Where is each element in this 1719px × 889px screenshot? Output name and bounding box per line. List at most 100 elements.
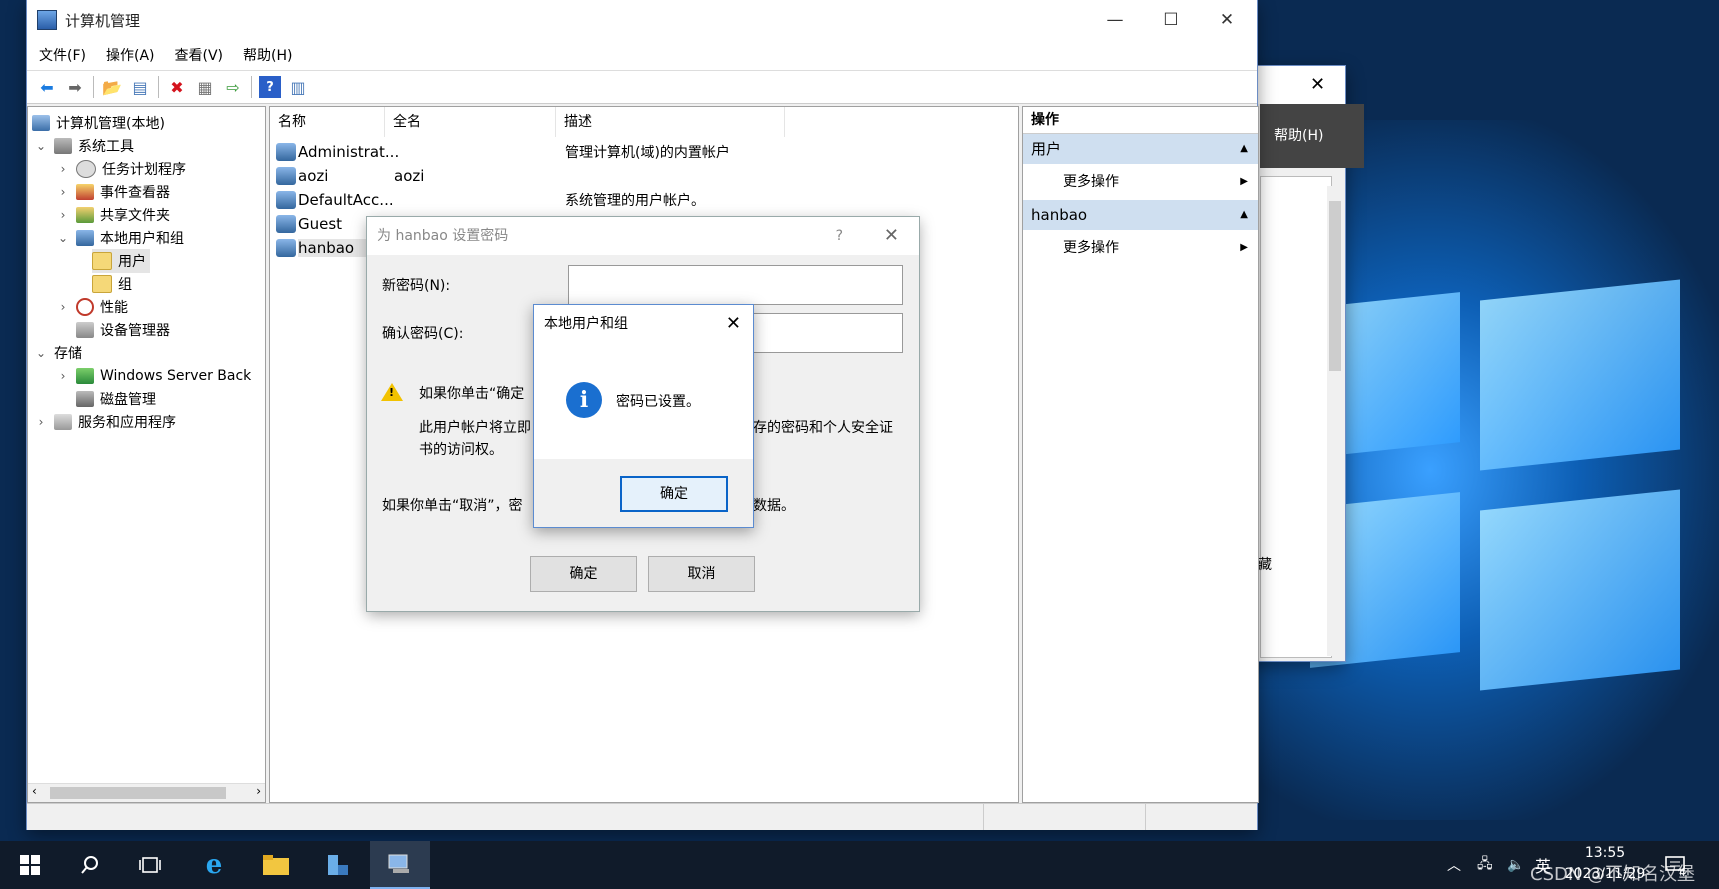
set-password-title: 为 hanbao 设置密码 [377, 228, 509, 244]
computer-management-taskbar-icon[interactable] [370, 841, 430, 889]
tree-item-storage[interactable]: ⌄ 存储 [34, 341, 82, 365]
collapse-up-icon[interactable]: ▲ [1240, 134, 1248, 164]
bg-scrollbar[interactable] [1327, 186, 1343, 656]
collapse-up-icon[interactable]: ▲ [1240, 200, 1248, 230]
actions-header: 操作 [1023, 107, 1258, 134]
back-icon[interactable]: ⬅ [36, 76, 58, 98]
tree-item-local-users-groups[interactable]: ⌄ 本地用户和组 [56, 226, 184, 250]
help-question-icon[interactable]: ? [836, 217, 843, 255]
expand-icon[interactable]: › [56, 162, 70, 176]
menu-help[interactable]: 帮助(H) [243, 45, 292, 65]
message-ok-button[interactable]: 确定 [620, 476, 728, 512]
show-hide-tree-icon[interactable]: ▤ [129, 76, 151, 98]
list-header: 名称 全名 描述 [270, 107, 1018, 137]
bg-partial-text: 藏 [1258, 557, 1272, 573]
tray-overflow-icon[interactable]: ︿ [1447, 841, 1461, 889]
search-icon[interactable] [60, 841, 120, 889]
disk-icon [76, 391, 94, 407]
expand-icon[interactable]: › [34, 415, 48, 429]
internet-explorer-icon[interactable]: e [184, 841, 244, 889]
more-actions-hanbao[interactable]: 更多操作 ▶ [1023, 230, 1258, 266]
set-password-title-bar[interactable]: 为 hanbao 设置密码 ? ✕ [367, 217, 919, 255]
cancel-info-line-a: 如果你单击“取消”，密 [382, 498, 523, 514]
actions-section-users[interactable]: 用户 ▲ [1023, 134, 1258, 164]
column-header-description[interactable]: 描述 [556, 107, 785, 137]
tree-horizontal-scrollbar[interactable]: ‹ › [28, 783, 265, 802]
list-item[interactable]: DefaultAcc... 系统管理的用户帐户。 [270, 187, 1018, 213]
more-actions-users[interactable]: 更多操作 ▶ [1023, 164, 1258, 200]
collapse-icon[interactable]: ⌄ [34, 346, 48, 360]
close-icon[interactable]: ✕ [1199, 0, 1255, 40]
clock-icon [76, 160, 96, 178]
user-icon [276, 143, 296, 161]
message-box-title-bar[interactable]: 本地用户和组 ✕ [534, 305, 753, 343]
tree-item-windows-server-backup[interactable]: › Windows Server Back [56, 364, 251, 388]
tree-item-task-scheduler[interactable]: › 任务计划程序 [56, 157, 186, 181]
expand-icon[interactable]: › [56, 300, 70, 314]
warning-text-line2a: 此用户帐户将立即 [419, 420, 531, 436]
column-header-fullname[interactable]: 全名 [385, 107, 556, 137]
network-icon[interactable]: 🖧 [1477, 841, 1493, 889]
menu-file[interactable]: 文件(F) [39, 45, 86, 65]
taskbar: e ︿ 🖧 🔈 英 13:55 2023/11/29 4 [0, 841, 1719, 889]
collapse-icon[interactable]: ⌄ [34, 139, 48, 153]
show-action-pane-icon[interactable]: ▥ [287, 76, 309, 98]
tree-item-shared-folders[interactable]: › 共享文件夹 [56, 203, 170, 227]
submenu-arrow-icon: ▶ [1240, 242, 1248, 253]
close-icon[interactable]: ✕ [726, 305, 741, 343]
export-list-icon[interactable]: ⇨ [222, 76, 244, 98]
tree-item-disk-management[interactable]: 磁盘管理 [76, 387, 156, 411]
tree-item-system-tools[interactable]: ⌄ 系统工具 [34, 134, 134, 158]
tree-item-root[interactable]: 计算机管理(本地) [32, 111, 165, 135]
scroll-left-icon[interactable]: ‹ [32, 784, 37, 798]
tree-item-users[interactable]: 用户 [92, 249, 150, 273]
menu-action[interactable]: 操作(A) [106, 45, 155, 65]
task-view-icon[interactable] [120, 841, 180, 889]
warning-text-line3: 书的访问权。 [419, 442, 503, 458]
actions-section-hanbao[interactable]: hanbao ▲ [1023, 200, 1258, 230]
close-icon[interactable]: ✕ [884, 217, 899, 255]
server-manager-icon[interactable] [308, 841, 368, 889]
cancel-button[interactable]: 取消 [648, 556, 755, 592]
tree-item-performance[interactable]: › 性能 [56, 295, 128, 319]
expand-icon[interactable]: › [56, 369, 70, 383]
tree-item-device-manager[interactable]: 设备管理器 [76, 318, 170, 342]
expand-icon[interactable]: › [56, 185, 70, 199]
shared-folder-icon [76, 207, 94, 223]
forward-icon[interactable]: ➡ [64, 76, 86, 98]
bg-close-icon[interactable]: ✕ [1310, 74, 1325, 95]
ok-button[interactable]: 确定 [530, 556, 637, 592]
file-explorer-icon[interactable] [246, 841, 306, 889]
expand-icon[interactable]: › [56, 208, 70, 222]
help-icon[interactable]: ? [259, 76, 281, 98]
tree-item-groups[interactable]: 组 [92, 272, 132, 296]
list-item[interactable]: aozi aozi [270, 163, 1018, 189]
start-windows-icon[interactable] [0, 841, 60, 889]
delete-icon[interactable]: ✖ [166, 76, 188, 98]
new-password-field[interactable] [568, 265, 903, 305]
properties-icon[interactable]: ▦ [194, 76, 216, 98]
window-title: 计算机管理 [65, 11, 141, 30]
confirm-password-label: 确认密码(C): [382, 326, 464, 342]
submenu-arrow-icon: ▶ [1240, 176, 1248, 187]
new-password-label: 新密码(N): [382, 278, 451, 294]
computer-management-icon [37, 10, 57, 30]
tree-item-services-apps[interactable]: › 服务和应用程序 [34, 410, 176, 434]
minimize-icon[interactable]: — [1087, 0, 1143, 40]
menu-view[interactable]: 查看(V) [175, 45, 224, 65]
toolbar: ⬅ ➡ 📂 ▤ ✖ ▦ ⇨ ? ▥ [27, 70, 1257, 104]
list-item[interactable]: Administrat... 管理计算机(域)的内置帐户 [270, 139, 1018, 165]
column-header-name[interactable]: 名称 [270, 107, 385, 137]
up-folder-icon[interactable]: 📂 [101, 76, 123, 98]
user-icon [276, 239, 296, 257]
maximize-icon[interactable]: ☐ [1143, 0, 1199, 40]
collapse-icon[interactable]: ⌄ [56, 231, 70, 245]
volume-muted-icon[interactable]: 🔈 [1507, 841, 1524, 889]
computer-icon [32, 115, 50, 131]
bg-help-menu[interactable]: 帮助(H) [1260, 104, 1364, 168]
tree-item-event-viewer[interactable]: › 事件查看器 [56, 180, 170, 204]
title-bar[interactable]: 计算机管理 — ☐ ✕ [27, 0, 1257, 40]
scrollbar-thumb[interactable] [50, 787, 226, 799]
scroll-right-icon[interactable]: › [256, 784, 261, 798]
info-icon: i [566, 382, 602, 418]
